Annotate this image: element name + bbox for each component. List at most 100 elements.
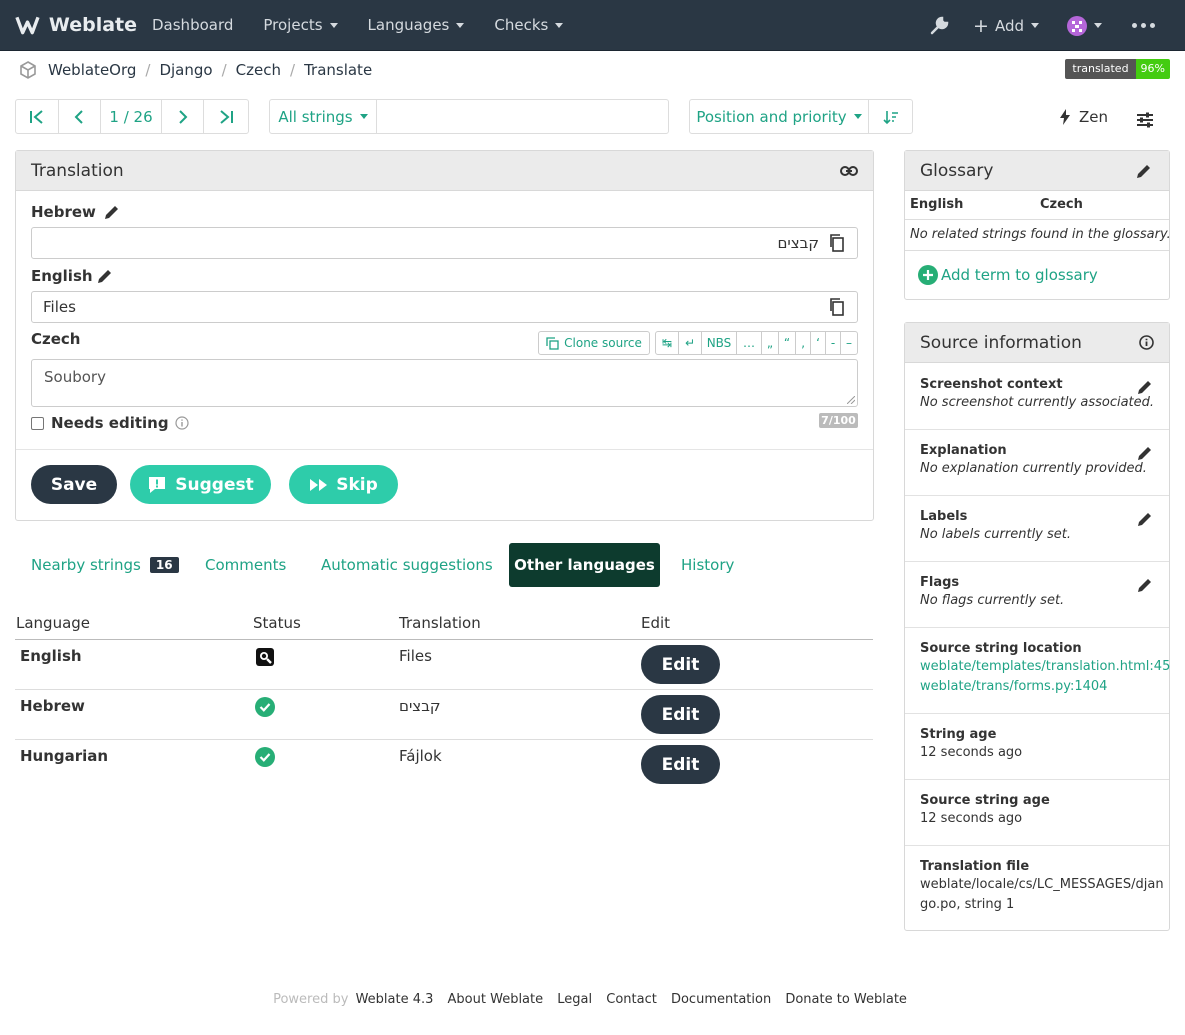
edit-button[interactable]: Edit bbox=[641, 745, 720, 784]
info-circle-icon[interactable] bbox=[1139, 335, 1154, 350]
translation-file-value: weblate/locale/cs/LC_MESSAGES/djan bbox=[920, 877, 1164, 892]
pencil-icon[interactable] bbox=[1134, 161, 1154, 181]
sort-direction-button[interactable] bbox=[869, 100, 912, 133]
pager: 1 / 26 bbox=[15, 99, 249, 134]
suggest-button[interactable]: Suggest bbox=[130, 465, 271, 504]
footer-donate-link[interactable]: Donate to Weblate bbox=[785, 992, 907, 1007]
pencil-icon[interactable] bbox=[102, 202, 122, 222]
pencil-icon[interactable] bbox=[1135, 443, 1155, 463]
breadcrumb-component[interactable]: Django bbox=[159, 61, 212, 79]
screenshot-context-title: Screenshot context bbox=[920, 377, 1063, 392]
special-char-nbsp[interactable]: NBS bbox=[702, 332, 737, 354]
resize-handle-icon[interactable] bbox=[847, 396, 855, 404]
edit-button[interactable]: Edit bbox=[641, 695, 720, 734]
status-badge-value: 96% bbox=[1135, 59, 1170, 79]
footer-legal-link[interactable]: Legal bbox=[557, 992, 592, 1007]
footer-about-link[interactable]: About Weblate bbox=[448, 992, 544, 1007]
position-indicator[interactable]: 1 / 26 bbox=[101, 100, 162, 133]
special-char-low-single-quote[interactable]: ‚ bbox=[796, 332, 811, 354]
tab-other-languages[interactable]: Other languages bbox=[509, 543, 660, 587]
table-header-line bbox=[15, 639, 873, 640]
skip-button[interactable]: Skip bbox=[289, 465, 398, 504]
nav-languages[interactable]: Languages bbox=[368, 16, 465, 34]
nav-add[interactable]: + Add bbox=[973, 15, 1039, 37]
english-source-text: Files bbox=[43, 298, 76, 316]
flags-value: No flags currently set. bbox=[920, 593, 1065, 608]
source-location-title: Source string location bbox=[920, 641, 1082, 656]
save-button[interactable]: Save bbox=[31, 465, 117, 504]
nav-dashboard[interactable]: Dashboard bbox=[152, 16, 233, 34]
glossary-divider bbox=[905, 219, 1169, 220]
tab-nearby-strings[interactable]: Nearby strings 16 bbox=[31, 543, 179, 587]
nearby-count-badge: 16 bbox=[149, 557, 179, 573]
settings-sliders-icon[interactable] bbox=[1136, 112, 1154, 128]
footer-contact-link[interactable]: Contact bbox=[606, 992, 657, 1007]
row-language[interactable]: English bbox=[20, 647, 82, 665]
previous-button[interactable] bbox=[59, 100, 102, 133]
search-input[interactable] bbox=[377, 100, 668, 133]
english-source-field: Files bbox=[31, 291, 858, 323]
breadcrumb-project[interactable]: WeblateOrg bbox=[48, 61, 136, 79]
add-term-button[interactable]: Add term to glossary bbox=[918, 265, 1098, 285]
link-icon[interactable] bbox=[840, 165, 858, 177]
row-language[interactable]: Hebrew bbox=[20, 697, 85, 715]
breadcrumb-language[interactable]: Czech bbox=[236, 61, 281, 79]
footer-documentation-link[interactable]: Documentation bbox=[671, 992, 771, 1007]
row-language[interactable]: Hungarian bbox=[20, 747, 108, 765]
edit-button[interactable]: Edit bbox=[641, 645, 720, 684]
brand[interactable]: Weblate bbox=[15, 14, 137, 36]
pencil-icon[interactable] bbox=[1135, 377, 1155, 397]
nav-checks[interactable]: Checks bbox=[494, 16, 564, 34]
caret-down-icon bbox=[329, 22, 338, 28]
zen-button[interactable]: Zen bbox=[1059, 108, 1108, 126]
status-badge[interactable]: translated 96% bbox=[1065, 59, 1170, 79]
tab-automatic-suggestions[interactable]: Automatic suggestions bbox=[321, 543, 493, 587]
translation-textarea[interactable]: Soubory bbox=[31, 359, 858, 407]
first-button[interactable] bbox=[16, 100, 59, 133]
glossary-col-target: Czech bbox=[1040, 197, 1083, 212]
breadcrumb-separator: / bbox=[221, 61, 227, 79]
filter-dropdown[interactable]: All strings bbox=[270, 100, 377, 133]
source-location-link[interactable]: weblate/templates/translation.html:45 bbox=[920, 659, 1170, 674]
pencil-icon[interactable] bbox=[1135, 509, 1155, 529]
column-header-language: Language bbox=[16, 614, 91, 632]
user-avatar[interactable] bbox=[1067, 15, 1102, 36]
needs-editing-label[interactable]: Needs editing bbox=[51, 414, 169, 432]
next-button[interactable] bbox=[162, 100, 205, 133]
explanation-title: Explanation bbox=[920, 443, 1007, 458]
special-characters: ↹ ↵ NBS … „ “ ‚ ‘ - – bbox=[655, 331, 858, 355]
top-navbar: Weblate Dashboard Projects Languages Che… bbox=[0, 0, 1185, 51]
special-char-ellipsis[interactable]: … bbox=[737, 332, 762, 354]
more-menu-icon[interactable] bbox=[1132, 23, 1155, 28]
tab-comments[interactable]: Comments bbox=[205, 543, 286, 587]
special-char-hyphen[interactable]: - bbox=[826, 332, 841, 354]
needs-editing-checkbox[interactable] bbox=[31, 416, 44, 430]
source-location-link[interactable]: weblate/trans/forms.py:1404 bbox=[920, 679, 1107, 694]
translation-panel-header: Translation bbox=[16, 151, 873, 191]
special-char-low-quote[interactable]: „ bbox=[762, 332, 779, 354]
string-age-title: String age bbox=[920, 727, 997, 742]
last-button[interactable] bbox=[204, 100, 248, 133]
glossary-empty-message: No related strings found in the glossary… bbox=[910, 227, 1171, 242]
wrench-icon[interactable] bbox=[929, 16, 949, 36]
screenshot-context-section: Screenshot context No screenshot current… bbox=[905, 363, 1169, 429]
table-row-line bbox=[15, 689, 873, 690]
sort-dropdown[interactable]: Position and priority bbox=[690, 100, 869, 133]
special-char-tab[interactable]: ↹ bbox=[656, 332, 679, 354]
special-char-newline[interactable]: ↵ bbox=[679, 332, 702, 354]
special-char-high-single-quote[interactable]: ‘ bbox=[811, 332, 826, 354]
footer-version-link[interactable]: Weblate 4.3 bbox=[356, 992, 434, 1007]
clone-source-button[interactable]: Clone source bbox=[538, 331, 650, 355]
copy-icon[interactable] bbox=[829, 298, 845, 316]
special-char-en-dash[interactable]: – bbox=[841, 332, 857, 354]
tab-history[interactable]: History bbox=[681, 543, 734, 587]
weblate-logo-icon bbox=[15, 16, 40, 35]
glossary-title: Glossary bbox=[920, 160, 994, 181]
clone-source-label: Clone source bbox=[564, 336, 642, 350]
special-char-high-quote[interactable]: “ bbox=[779, 332, 796, 354]
info-icon[interactable] bbox=[174, 416, 189, 430]
copy-icon[interactable] bbox=[829, 234, 845, 252]
pencil-icon[interactable] bbox=[95, 266, 115, 286]
nav-projects[interactable]: Projects bbox=[263, 16, 338, 34]
pencil-icon[interactable] bbox=[1135, 575, 1155, 595]
